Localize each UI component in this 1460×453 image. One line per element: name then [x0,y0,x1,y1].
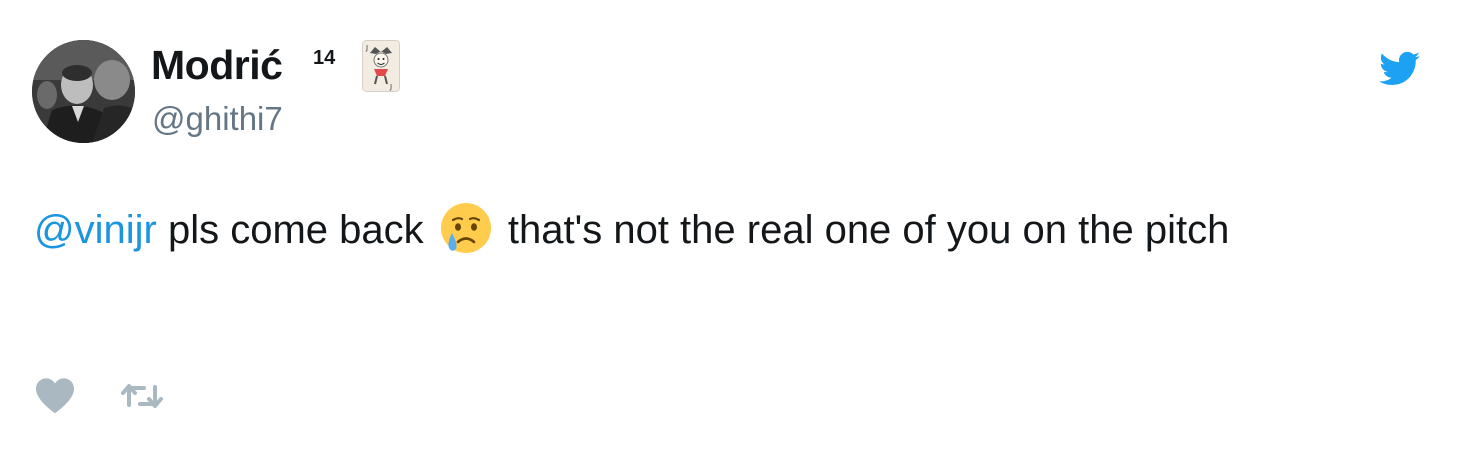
tweet-text: @vinijr pls come back that's not the rea… [34,201,1229,257]
tweet-text-part-1: pls come back [156,208,435,252]
avatar-photo [32,40,135,143]
crying-face-icon [440,203,491,253]
user-handle[interactable]: @ghithi7 [152,99,283,139]
heart-icon[interactable] [34,376,76,414]
display-name-suffix: 14 [313,47,336,69]
retweet-icon[interactable] [120,381,164,411]
joker-playing-card-icon: J J [362,40,400,92]
tweet-card: Modrić 14 J J @ghithi7 @vinijr pls come … [0,0,1460,453]
mention-link[interactable]: @vinijr [34,208,157,252]
twitter-bird-icon[interactable] [1373,47,1425,90]
svg-text:J: J [365,44,368,52]
avatar[interactable] [32,40,135,143]
tweet-text-part-2: that's not the real one of you on the pi… [496,208,1230,252]
display-name[interactable]: Modrić [151,40,283,90]
svg-text:J: J [389,83,392,91]
